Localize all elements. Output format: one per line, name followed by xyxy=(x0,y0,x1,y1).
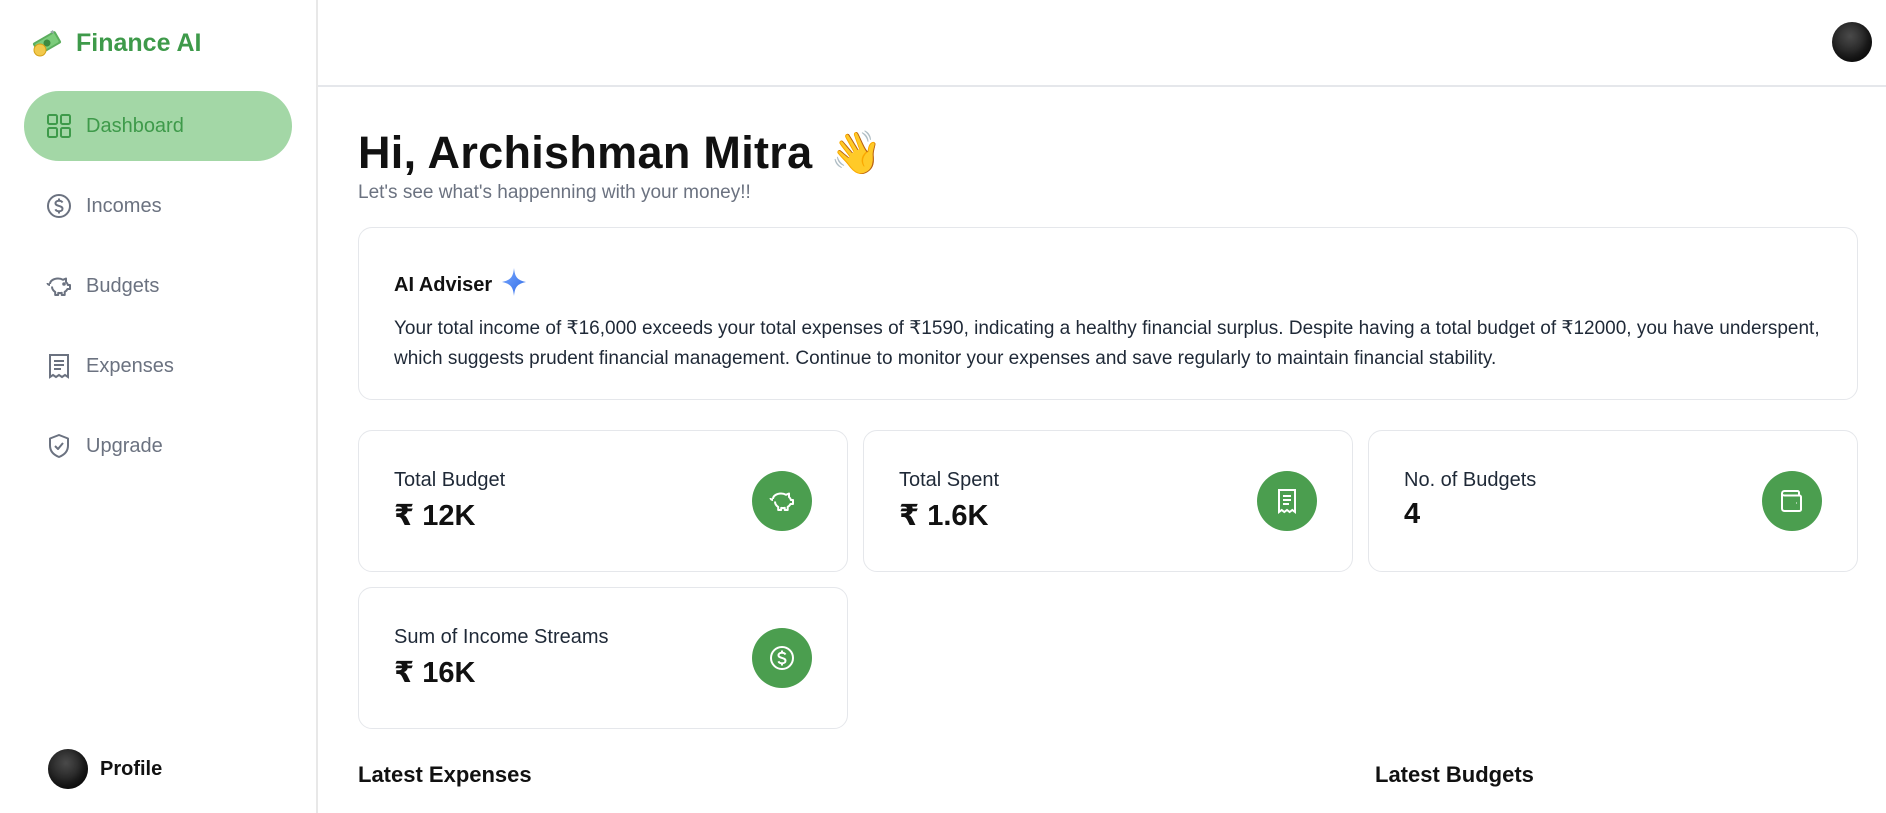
waving-hand-emoji: 👋 xyxy=(830,128,883,176)
stat-card-no-of-budgets: No. of Budgets 4 xyxy=(1368,430,1858,572)
page-title: Hi, Archishman Mitra xyxy=(358,127,813,178)
sidebar-item-label: Expenses xyxy=(86,354,174,377)
dollar-circle-icon xyxy=(44,191,74,221)
page-subtitle: Let's see what's happenning with your mo… xyxy=(358,182,751,203)
ai-adviser-title-text: AI Adviser xyxy=(394,273,493,296)
profile-label: Profile xyxy=(100,757,163,780)
ai-adviser-text: Your total income of ₹16,000 exceeds you… xyxy=(394,318,1820,369)
sidebar-item-label: Incomes xyxy=(86,194,162,217)
receipt-icon xyxy=(44,351,74,381)
stat-value: ₹ 12K xyxy=(394,500,476,532)
user-avatar-button[interactable] xyxy=(1832,22,1872,62)
money-icon xyxy=(30,26,64,60)
sidebar-item-label: Upgrade xyxy=(86,434,163,457)
sidebar: Finance AI Dashboard Incomes Budgets Exp… xyxy=(0,0,318,813)
stat-value: ₹ 1.6K xyxy=(899,500,989,532)
topbar xyxy=(318,0,1886,87)
sidebar-item-expenses[interactable]: Expenses xyxy=(24,331,292,401)
stat-card-total-budget: Total Budget ₹ 12K xyxy=(358,430,848,572)
piggy-bank-icon xyxy=(752,471,812,531)
sidebar-item-label: Budgets xyxy=(86,274,160,297)
stat-label: No. of Budgets xyxy=(1404,469,1537,491)
dollar-circle-icon xyxy=(752,628,812,688)
wallet-icon xyxy=(1762,471,1822,531)
profile-link[interactable]: Profile xyxy=(48,749,162,789)
sidebar-item-label: Dashboard xyxy=(86,114,184,137)
receipt-icon xyxy=(1257,471,1317,531)
dashboard-icon xyxy=(44,111,74,141)
sidebar-item-upgrade[interactable]: Upgrade xyxy=(24,411,292,481)
piggy-bank-icon xyxy=(44,271,74,301)
sidebar-item-dashboard[interactable]: Dashboard xyxy=(24,91,292,161)
stat-value: 4 xyxy=(1404,498,1421,530)
brand-name: Finance AI xyxy=(76,28,202,57)
latest-budgets-heading: Latest Budgets xyxy=(1375,762,1534,787)
shield-check-icon xyxy=(44,431,74,461)
stat-label: Total Budget xyxy=(394,469,506,491)
greeting: Hi, Archishman Mitra 👋 xyxy=(358,127,883,179)
stat-card-income-streams: Sum of Income Streams ₹ 16K xyxy=(358,587,848,729)
sparkle-icon xyxy=(500,266,528,304)
stat-label: Total Spent xyxy=(899,469,1000,491)
brand[interactable]: Finance AI xyxy=(30,26,202,60)
ai-adviser-card: AI Adviser Your total income of ₹16,000 … xyxy=(358,227,1858,400)
app-root: Finance AI Dashboard Incomes Budgets Exp… xyxy=(0,0,1886,813)
sidebar-nav: Dashboard Incomes Budgets Expenses Upgra… xyxy=(24,91,292,491)
avatar xyxy=(48,749,88,789)
latest-expenses-heading: Latest Expenses xyxy=(358,762,532,787)
stat-value: ₹ 16K xyxy=(394,657,476,689)
sidebar-item-budgets[interactable]: Budgets xyxy=(24,251,292,321)
stat-label: Sum of Income Streams xyxy=(394,626,609,648)
sidebar-item-incomes[interactable]: Incomes xyxy=(24,171,292,241)
ai-adviser-title: AI Adviser xyxy=(394,266,1822,304)
stat-card-total-spent: Total Spent ₹ 1.6K xyxy=(863,430,1353,572)
